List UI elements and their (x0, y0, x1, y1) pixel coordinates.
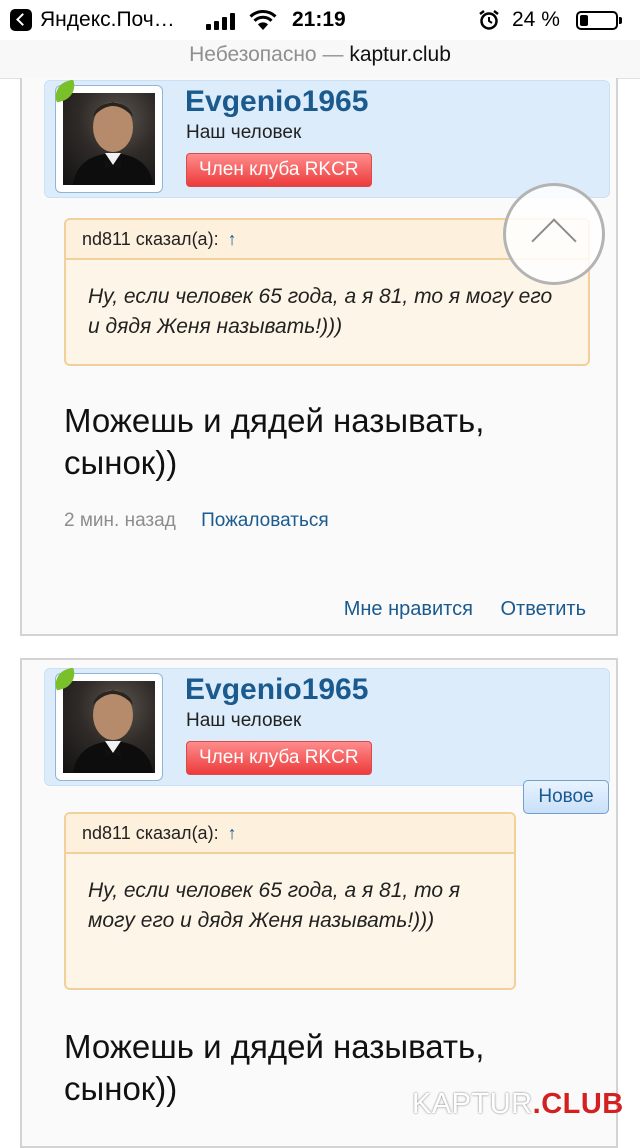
like-link[interactable]: Мне нравится (344, 598, 473, 620)
username[interactable]: Evgenio1965 (185, 673, 368, 707)
battery-percent: 24 % (512, 8, 560, 31)
report-link[interactable]: Пожаловаться (201, 510, 329, 531)
battery-icon (576, 11, 622, 30)
status-bar: Яндекс.Поч… 21:19 24 % (0, 0, 640, 40)
user-title: Наш человек (186, 710, 302, 731)
quote-author: nd811 сказал(а): (82, 823, 219, 843)
avatar[interactable] (52, 79, 163, 193)
security-label: Небезопасно (189, 43, 317, 66)
quote-block: nd811 сказал(а): ↑ Ну, если человек 65 г… (64, 812, 516, 990)
user-title: Наш человек (186, 122, 302, 143)
user-banner: Член клуба RKCR (186, 741, 372, 775)
reply-link[interactable]: Ответить (501, 598, 587, 620)
post-time[interactable]: 2 мин. назад (64, 510, 176, 531)
watermark-part2: .CLUB (532, 1088, 624, 1120)
forum-post: Evgenio1965 Наш человек Член клуба RKCR … (20, 78, 618, 636)
new-post-badge: Новое (523, 780, 609, 814)
avatar-image (63, 93, 155, 185)
battery-fill (580, 15, 588, 26)
scroll-to-top-button[interactable] (503, 183, 605, 285)
wifi-icon (249, 9, 277, 30)
user-banner: Член клуба RKCR (186, 153, 372, 187)
quote-text: Ну, если человек 65 года, а я 81, то я м… (88, 285, 553, 338)
username[interactable]: Evgenio1965 (185, 85, 368, 119)
avatar-image (63, 681, 155, 773)
quote-header: nd811 сказал(а): ↑ (66, 814, 514, 854)
watermark-part1: KAPTUR (412, 1088, 533, 1120)
user-info-block: Evgenio1965 Наш человек Член клуба RKCR (44, 79, 610, 198)
address-bar[interactable]: Небезопасно — kaptur.club (0, 40, 640, 79)
quote-author: nd811 сказал(а): (82, 229, 219, 249)
user-info-block: Evgenio1965 Наш человек Член клуба RKCR (44, 667, 610, 786)
clock: 21:19 (292, 8, 346, 31)
address-separator: — (322, 43, 344, 66)
message-text: Можешь и дядей называть, сынок)) (64, 402, 485, 481)
cellular-signal-icon (206, 12, 240, 30)
alarm-clock-icon (479, 10, 499, 30)
post-meta: 2 мин. назад Пожаловаться (64, 510, 329, 532)
site-domain: kaptur.club (349, 43, 451, 66)
avatar[interactable] (52, 667, 163, 781)
site-watermark: KAPTUR.CLUB (412, 1088, 624, 1121)
app-name[interactable]: Яндекс.Поч… (40, 8, 175, 32)
quote-source-link[interactable]: ↑ (228, 229, 237, 249)
quote-text: Ну, если человек 65 года, а я 81, то я м… (88, 879, 461, 932)
back-arrow-icon[interactable] (10, 9, 32, 31)
post-actions: Мне нравится Ответить (322, 598, 586, 621)
quote-source-link[interactable]: ↑ (228, 823, 237, 843)
forum-post: Evgenio1965 Наш человек Член клуба RKCR … (20, 658, 618, 1148)
